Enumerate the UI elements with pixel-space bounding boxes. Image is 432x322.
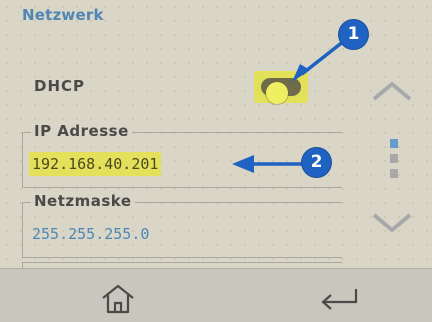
annotation-badge-2: 2 — [302, 148, 331, 177]
annotation-badge-1: 1 — [339, 20, 368, 49]
annotation-arrow-1 — [232, 39, 346, 173]
